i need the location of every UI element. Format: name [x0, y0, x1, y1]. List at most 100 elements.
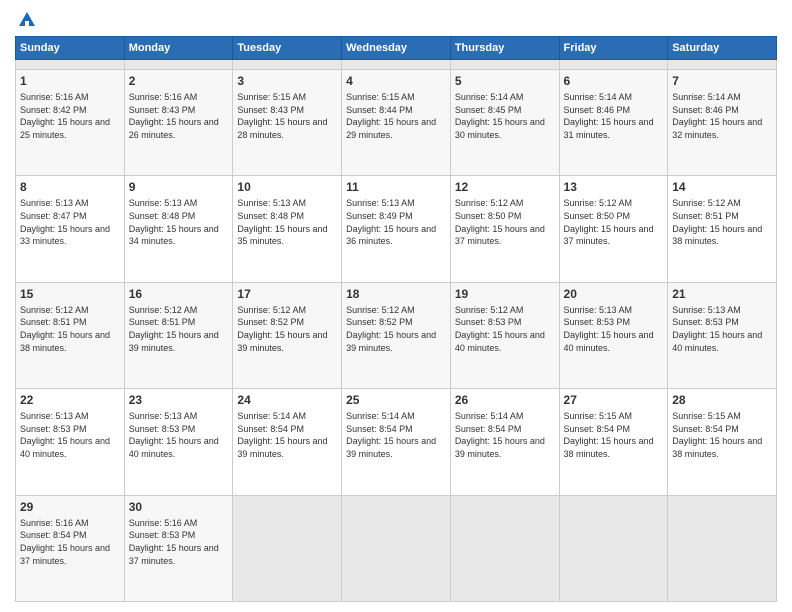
- calendar-cell: [450, 60, 559, 70]
- calendar-week-row: 1Sunrise: 5:16 AMSunset: 8:42 PMDaylight…: [16, 69, 777, 175]
- cell-info: Sunrise: 5:13 AMSunset: 8:53 PMDaylight:…: [129, 410, 229, 460]
- cell-info: Sunrise: 5:14 AMSunset: 8:46 PMDaylight:…: [672, 91, 772, 141]
- logo: [15, 10, 37, 30]
- day-number: 27: [564, 392, 664, 408]
- cell-info: Sunrise: 5:12 AMSunset: 8:51 PMDaylight:…: [20, 304, 120, 354]
- day-number: 6: [564, 73, 664, 89]
- cell-info: Sunrise: 5:14 AMSunset: 8:54 PMDaylight:…: [455, 410, 555, 460]
- day-number: 15: [20, 286, 120, 302]
- cell-info: Sunrise: 5:12 AMSunset: 8:50 PMDaylight:…: [455, 197, 555, 247]
- day-number: 18: [346, 286, 446, 302]
- calendar-week-row: 15 Sunrise: 5:12 AMSunset: 8:51 PMDayligh…: [16, 282, 777, 388]
- calendar-cell: 10Sunrise: 5:13 AMSunset: 8:48 PMDayligh…: [233, 176, 342, 282]
- day-number: 2: [129, 73, 229, 89]
- cell-info: Sunrise: 5:15 AMSunset: 8:54 PMDaylight:…: [564, 410, 664, 460]
- calendar-header-cell: Wednesday: [342, 37, 451, 60]
- calendar-cell: [668, 60, 777, 70]
- calendar-cell: 12Sunrise: 5:12 AMSunset: 8:50 PMDayligh…: [450, 176, 559, 282]
- cell-info: Sunrise: 5:15 AMSunset: 8:43 PMDaylight:…: [237, 91, 337, 141]
- calendar-cell: [233, 60, 342, 70]
- calendar-week-row: 29 Sunrise: 5:16 AMSunset: 8:54 PMDayligh…: [16, 495, 777, 601]
- calendar-table: SundayMondayTuesdayWednesdayThursdayFrid…: [15, 36, 777, 602]
- day-number: 1: [20, 73, 120, 89]
- day-number: 17: [237, 286, 337, 302]
- calendar-cell: 15 Sunrise: 5:12 AMSunset: 8:51 PMDayligh…: [16, 282, 125, 388]
- calendar-cell: 18 Sunrise: 5:12 AMSunset: 8:52 PMDayligh…: [342, 282, 451, 388]
- calendar-header-cell: Friday: [559, 37, 668, 60]
- calendar-cell: [342, 60, 451, 70]
- calendar-cell: 22 Sunrise: 5:13 AMSunset: 8:53 PMDayligh…: [16, 389, 125, 495]
- calendar-cell: 28Sunrise: 5:15 AMSunset: 8:54 PMDayligh…: [668, 389, 777, 495]
- cell-info: Sunrise: 5:13 AMSunset: 8:49 PMDaylight:…: [346, 197, 446, 247]
- cell-info: Sunrise: 5:12 AMSunset: 8:51 PMDaylight:…: [672, 197, 772, 247]
- calendar-cell: 26 Sunrise: 5:14 AMSunset: 8:54 PMDayligh…: [450, 389, 559, 495]
- cell-info: Sunrise: 5:12 AMSunset: 8:51 PMDaylight:…: [129, 304, 229, 354]
- day-number: 5: [455, 73, 555, 89]
- calendar-cell: [559, 495, 668, 601]
- cell-info: Sunrise: 5:16 AMSunset: 8:43 PMDaylight:…: [129, 91, 229, 141]
- calendar-cell: [124, 60, 233, 70]
- page: SundayMondayTuesdayWednesdayThursdayFrid…: [0, 0, 792, 612]
- day-number: 14: [672, 179, 772, 195]
- day-number: 9: [129, 179, 229, 195]
- calendar-header-cell: Monday: [124, 37, 233, 60]
- cell-info: Sunrise: 5:14 AMSunset: 8:46 PMDaylight:…: [564, 91, 664, 141]
- calendar-week-row: 22 Sunrise: 5:13 AMSunset: 8:53 PMDayligh…: [16, 389, 777, 495]
- day-number: 4: [346, 73, 446, 89]
- calendar-cell: [233, 495, 342, 601]
- day-number: 25: [346, 392, 446, 408]
- calendar-cell: 7 Sunrise: 5:14 AMSunset: 8:46 PMDaylight…: [668, 69, 777, 175]
- calendar-header-cell: Tuesday: [233, 37, 342, 60]
- day-number: 11: [346, 179, 446, 195]
- day-number: 22: [20, 392, 120, 408]
- calendar-cell: 13Sunrise: 5:12 AMSunset: 8:50 PMDayligh…: [559, 176, 668, 282]
- calendar-cell: 24 Sunrise: 5:14 AMSunset: 8:54 PMDayligh…: [233, 389, 342, 495]
- calendar-cell: 27 Sunrise: 5:15 AMSunset: 8:54 PMDayligh…: [559, 389, 668, 495]
- day-number: 20: [564, 286, 664, 302]
- cell-info: Sunrise: 5:12 AMSunset: 8:52 PMDaylight:…: [237, 304, 337, 354]
- calendar-cell: [450, 495, 559, 601]
- calendar-cell: [668, 495, 777, 601]
- calendar-cell: 6 Sunrise: 5:14 AMSunset: 8:46 PMDaylight…: [559, 69, 668, 175]
- calendar-cell: 8Sunrise: 5:13 AMSunset: 8:47 PMDaylight…: [16, 176, 125, 282]
- day-number: 16: [129, 286, 229, 302]
- day-number: 29: [20, 499, 120, 515]
- cell-info: Sunrise: 5:13 AMSunset: 8:53 PMDaylight:…: [672, 304, 772, 354]
- calendar-cell: 11 Sunrise: 5:13 AMSunset: 8:49 PMDayligh…: [342, 176, 451, 282]
- cell-info: Sunrise: 5:14 AMSunset: 8:45 PMDaylight:…: [455, 91, 555, 141]
- calendar-cell: 1Sunrise: 5:16 AMSunset: 8:42 PMDaylight…: [16, 69, 125, 175]
- day-number: 30: [129, 499, 229, 515]
- logo-icon: [17, 10, 37, 30]
- cell-info: Sunrise: 5:12 AMSunset: 8:52 PMDaylight:…: [346, 304, 446, 354]
- cell-info: Sunrise: 5:14 AMSunset: 8:54 PMDaylight:…: [346, 410, 446, 460]
- calendar-cell: 29 Sunrise: 5:16 AMSunset: 8:54 PMDayligh…: [16, 495, 125, 601]
- day-number: 28: [672, 392, 772, 408]
- cell-info: Sunrise: 5:13 AMSunset: 8:47 PMDaylight:…: [20, 197, 120, 247]
- day-number: 24: [237, 392, 337, 408]
- calendar-header-cell: Sunday: [16, 37, 125, 60]
- calendar-week-row: 8Sunrise: 5:13 AMSunset: 8:47 PMDaylight…: [16, 176, 777, 282]
- calendar-cell: 2 Sunrise: 5:16 AMSunset: 8:43 PMDaylight…: [124, 69, 233, 175]
- day-number: 10: [237, 179, 337, 195]
- calendar-body: 1Sunrise: 5:16 AMSunset: 8:42 PMDaylight…: [16, 60, 777, 602]
- calendar-cell: 30 Sunrise: 5:16 AMSunset: 8:53 PMDayligh…: [124, 495, 233, 601]
- cell-info: Sunrise: 5:16 AMSunset: 8:53 PMDaylight:…: [129, 517, 229, 567]
- calendar-cell: 21Sunrise: 5:13 AMSunset: 8:53 PMDayligh…: [668, 282, 777, 388]
- calendar-cell: 3Sunrise: 5:15 AMSunset: 8:43 PMDaylight…: [233, 69, 342, 175]
- calendar-cell: 25 Sunrise: 5:14 AMSunset: 8:54 PMDayligh…: [342, 389, 451, 495]
- cell-info: Sunrise: 5:16 AMSunset: 8:54 PMDaylight:…: [20, 517, 120, 567]
- cell-info: Sunrise: 5:12 AMSunset: 8:50 PMDaylight:…: [564, 197, 664, 247]
- cell-info: Sunrise: 5:13 AMSunset: 8:53 PMDaylight:…: [564, 304, 664, 354]
- header: [15, 10, 777, 30]
- day-number: 19: [455, 286, 555, 302]
- day-number: 23: [129, 392, 229, 408]
- day-number: 7: [672, 73, 772, 89]
- calendar-header-row: SundayMondayTuesdayWednesdayThursdayFrid…: [16, 37, 777, 60]
- day-number: 26: [455, 392, 555, 408]
- cell-info: Sunrise: 5:12 AMSunset: 8:53 PMDaylight:…: [455, 304, 555, 354]
- cell-info: Sunrise: 5:13 AMSunset: 8:53 PMDaylight:…: [20, 410, 120, 460]
- cell-info: Sunrise: 5:14 AMSunset: 8:54 PMDaylight:…: [237, 410, 337, 460]
- calendar-cell: [342, 495, 451, 601]
- calendar-header-cell: Saturday: [668, 37, 777, 60]
- calendar-cell: [16, 60, 125, 70]
